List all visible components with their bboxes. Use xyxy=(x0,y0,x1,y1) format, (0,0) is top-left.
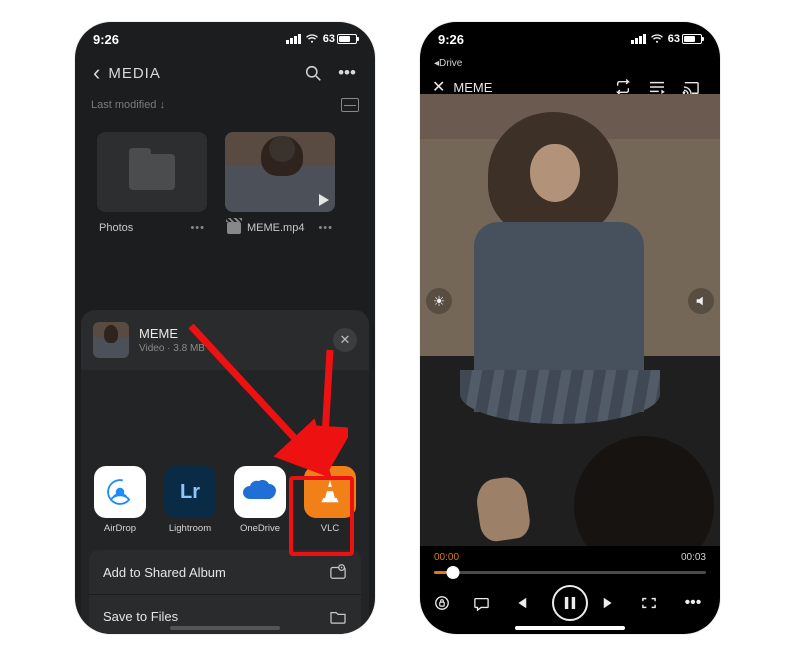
folder-more-icon[interactable]: ••• xyxy=(190,222,205,234)
playlist-icon[interactable] xyxy=(648,80,674,94)
time-duration: 00:03 xyxy=(681,552,706,563)
repeat-icon[interactable] xyxy=(614,79,640,95)
status-indicators: 63 xyxy=(286,33,357,45)
back-to-drive[interactable]: ◂Drive xyxy=(420,56,720,71)
home-indicator[interactable] xyxy=(515,626,625,630)
file-grid: Photos ••• MEME.mp4 ••• xyxy=(75,118,375,258)
annotation-arrow-2 xyxy=(308,346,348,472)
volume-icon[interactable] xyxy=(688,288,714,314)
sort-bar: Last modified ↓ xyxy=(75,90,375,118)
video-title: MEME xyxy=(453,80,606,95)
search-icon[interactable] xyxy=(305,65,333,82)
video-viewport[interactable]: ☀ xyxy=(420,94,720,546)
play-overlay-icon xyxy=(319,194,329,206)
share-thumbnail xyxy=(93,322,129,358)
battery-indicator: 63 xyxy=(323,33,357,45)
sort-label[interactable]: Last modified ↓ xyxy=(91,99,165,111)
next-icon[interactable] xyxy=(601,596,627,610)
status-indicators: 63 xyxy=(631,33,702,45)
folder-tile[interactable]: Photos ••• xyxy=(97,132,207,244)
status-time: 9:26 xyxy=(438,32,464,47)
status-bar: 9:26 63 xyxy=(420,22,720,56)
subtitles-icon[interactable] xyxy=(473,596,499,611)
more-icon[interactable]: ••• xyxy=(333,63,361,83)
cellular-icon xyxy=(631,34,646,44)
wifi-icon xyxy=(650,34,664,44)
view-toggle-icon[interactable] xyxy=(341,98,359,112)
share-actions: Add to Shared Album Save to Files xyxy=(81,542,369,634)
pause-button[interactable] xyxy=(552,585,588,621)
status-time: 9:26 xyxy=(93,32,119,47)
folder-icon xyxy=(329,610,347,624)
folder-icon xyxy=(129,154,175,190)
vlc-controls: 00:00 00:03 ••• xyxy=(420,546,720,634)
airdrop-icon xyxy=(94,466,146,518)
seek-bar[interactable] xyxy=(434,563,706,581)
previous-icon[interactable] xyxy=(513,596,539,610)
video-tile[interactable]: MEME.mp4 ••• xyxy=(225,132,335,244)
back-button[interactable]: ‹ xyxy=(85,60,108,86)
more-icon[interactable]: ••• xyxy=(680,594,706,612)
video-thumbnail xyxy=(225,132,335,212)
cast-icon[interactable] xyxy=(682,80,708,95)
folder-label: Photos xyxy=(99,222,133,234)
battery-icon xyxy=(337,34,357,44)
video-more-icon[interactable]: ••• xyxy=(318,222,333,234)
status-bar: 9:26 63 xyxy=(75,22,375,56)
add-to-shared-album[interactable]: Add to Shared Album xyxy=(89,550,361,594)
aspect-icon[interactable] xyxy=(641,596,667,610)
clapper-icon xyxy=(227,222,241,234)
phone-vlc-player: 9:26 63 ◂Drive ✕ MEME ☀ xyxy=(420,22,720,634)
battery-icon xyxy=(682,34,702,44)
video-label: MEME.mp4 xyxy=(247,222,304,234)
brightness-icon[interactable]: ☀ xyxy=(426,288,452,314)
page-title: MEDIA xyxy=(108,65,305,82)
airdrop-app[interactable]: AirDrop xyxy=(91,466,149,534)
cellular-icon xyxy=(286,34,301,44)
wifi-icon xyxy=(305,34,319,44)
shared-album-icon xyxy=(329,564,347,580)
lock-icon[interactable] xyxy=(434,595,460,611)
nav-bar: ‹ MEDIA ••• xyxy=(75,56,375,90)
time-current: 00:00 xyxy=(434,552,459,563)
battery-indicator: 63 xyxy=(668,33,702,45)
home-indicator[interactable] xyxy=(170,626,280,630)
